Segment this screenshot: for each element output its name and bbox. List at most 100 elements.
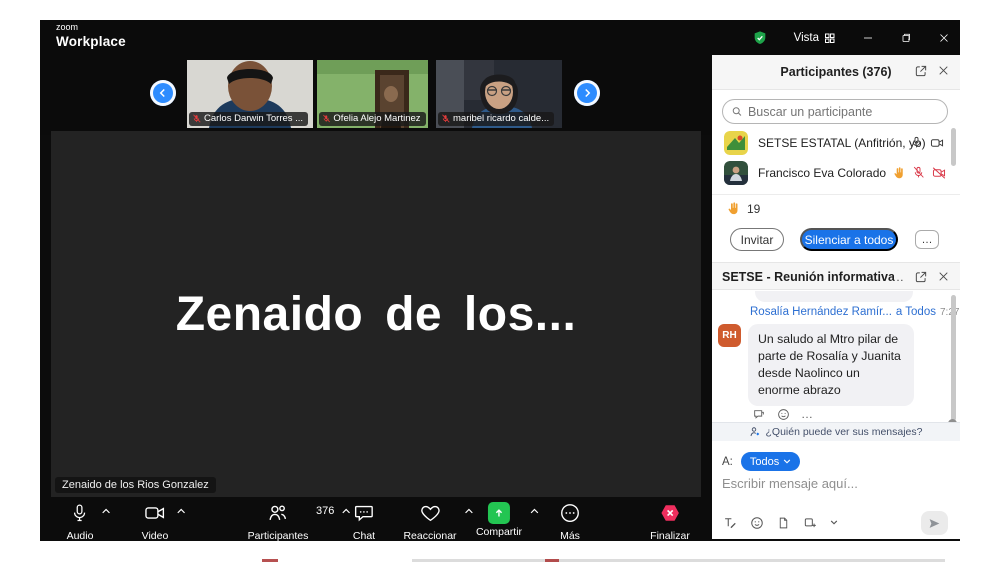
chevron-down-icon[interactable]	[830, 520, 838, 525]
close-participants-icon[interactable]	[937, 64, 950, 77]
participant-name: Carlos Darwin Torres ...	[204, 113, 303, 124]
participant-row[interactable]: Francisco Eva Colorado	[712, 159, 960, 187]
video-button[interactable]: Video	[142, 502, 169, 542]
emoji-reaction-icon[interactable]	[777, 408, 790, 421]
chat-scrollbar[interactable]	[951, 295, 956, 421]
participant-search-input[interactable]	[748, 105, 939, 119]
video-tile[interactable]: Carlos Darwin Torres ...	[187, 60, 313, 128]
sender-avatar: RH	[718, 324, 741, 347]
chat-more-icon[interactable]: …	[892, 270, 904, 284]
message-sender[interactable]: Rosalía Hernández Ramír...	[750, 306, 892, 318]
security-shield-icon[interactable]	[752, 30, 768, 46]
end-call-icon	[659, 502, 681, 524]
muted-camera-icon[interactable]	[931, 166, 947, 180]
minimize-button[interactable]	[862, 32, 874, 44]
reply-icon[interactable]	[752, 408, 766, 421]
invite-button[interactable]: Invitar	[730, 228, 784, 251]
grid-view-icon	[824, 32, 836, 44]
message-meta: Rosalía Hernández Ramír... a Todos 7:27 …	[750, 306, 960, 318]
previous-videos-button[interactable]	[150, 80, 176, 106]
audio-button[interactable]: Audio	[67, 502, 94, 542]
participant-row[interactable]: SETSE ESTATAL (Anfitrión, yo)	[712, 129, 960, 157]
recipient-row: A: Todos	[722, 452, 800, 471]
mute-all-button[interactable]: Silenciar a todos	[800, 228, 898, 251]
titlebar: zoom Workplace Vista	[40, 20, 960, 55]
camera-icon	[143, 502, 167, 524]
popout-icon[interactable]	[914, 64, 928, 78]
participants-button[interactable]: 376 Participantes	[248, 502, 309, 542]
more-label: Más	[559, 530, 581, 542]
mic-icon[interactable]	[910, 135, 923, 150]
more-icon	[559, 502, 581, 524]
view-button[interactable]: Vista	[794, 32, 836, 44]
chat-popout-icon[interactable]	[914, 270, 928, 284]
participants-options-chevron-icon[interactable]	[341, 508, 350, 514]
share-button[interactable]: Compartir	[476, 502, 522, 538]
recipient-dropdown[interactable]: Todos	[741, 452, 800, 471]
avatar	[724, 161, 748, 185]
participants-scrollbar[interactable]	[951, 128, 956, 166]
meeting-toolbar: Audio Video 376 Participantes	[40, 497, 712, 541]
share-options-chevron-icon[interactable]	[530, 508, 539, 514]
camera-icon[interactable]	[929, 136, 945, 150]
share-screen-icon	[488, 502, 510, 524]
hand-count-value: 19	[747, 202, 760, 216]
side-panel: Participantes (376) SETSE ESTATAL (Anfit…	[712, 55, 960, 539]
emoji-icon[interactable]	[750, 516, 764, 530]
message-input[interactable]: Escribir mensaje aquí...	[722, 476, 858, 491]
close-chat-icon[interactable]	[937, 270, 950, 283]
video-name-pill: maribel ricardo calde...	[438, 112, 554, 126]
attach-file-icon[interactable]	[777, 516, 790, 530]
brand-workplace: Workplace	[56, 34, 126, 49]
send-button[interactable]	[921, 511, 948, 535]
participants-more-button[interactable]: …	[915, 230, 939, 249]
previous-message-bubble	[755, 291, 913, 302]
video-label: Video	[142, 530, 169, 542]
react-options-chevron-icon[interactable]	[465, 508, 474, 514]
participant-name: Ofelia Alejo Martinez	[333, 113, 420, 124]
view-label: Vista	[794, 32, 819, 44]
end-meeting-button[interactable]: Finalizar	[650, 502, 690, 542]
maximize-button[interactable]	[900, 32, 912, 44]
message-more-icon[interactable]: …	[801, 407, 813, 421]
background-fragment	[545, 559, 559, 562]
video-options-chevron-icon[interactable]	[176, 508, 185, 514]
participants-header: Participantes (376)	[712, 55, 960, 90]
participant-row-name: Francisco Eva Colorado	[758, 166, 886, 180]
microphone-icon	[70, 502, 90, 524]
muted-mic-icon	[441, 114, 450, 123]
raised-hand-icon	[892, 166, 906, 180]
message-bubble[interactable]: Un saludo al Mtro pilar de parte de Rosa…	[748, 324, 914, 406]
recipient-value: Todos	[750, 456, 779, 468]
privacy-note[interactable]: ¿Quién puede ver sus mensajes?	[712, 422, 960, 441]
chat-button[interactable]: Chat	[353, 502, 375, 542]
background-window-edge	[412, 559, 945, 562]
to-label: A:	[722, 456, 733, 468]
participants-count: 376	[316, 505, 334, 517]
brand-zoom: zoom	[56, 23, 126, 33]
close-window-button[interactable]	[938, 32, 950, 44]
raised-hands-count: 19	[726, 201, 760, 216]
next-videos-button[interactable]	[574, 80, 600, 106]
desktop: zoom Workplace Vista	[0, 0, 1000, 563]
video-name-pill: Ofelia Alejo Martinez	[319, 112, 426, 126]
video-tile[interactable]: Ofelia Alejo Martinez	[317, 60, 428, 128]
message-time: 7:27 PM	[940, 307, 960, 318]
chevron-down-icon	[783, 459, 791, 464]
message-actions: …	[752, 407, 813, 421]
video-name-pill: Carlos Darwin Torres ...	[189, 112, 308, 126]
audio-options-chevron-icon[interactable]	[101, 508, 110, 514]
avatar	[724, 131, 748, 155]
more-button[interactable]: Más	[559, 502, 581, 542]
muted-mic-icon[interactable]	[912, 165, 925, 180]
format-text-icon[interactable]	[722, 515, 737, 530]
active-speaker-name-tag: Zenaido de los Rios Gonzalez	[55, 477, 216, 493]
chat-title: SETSE - Reunión informativa Del...	[722, 270, 894, 284]
video-tile[interactable]: maribel ricardo calde...	[436, 60, 562, 128]
screenshot-icon[interactable]	[803, 516, 817, 530]
share-label: Compartir	[476, 526, 522, 538]
person-privacy-icon	[749, 426, 761, 438]
participant-search[interactable]	[722, 99, 948, 124]
react-button[interactable]: Reaccionar	[403, 502, 456, 542]
background-fragment	[262, 559, 278, 562]
